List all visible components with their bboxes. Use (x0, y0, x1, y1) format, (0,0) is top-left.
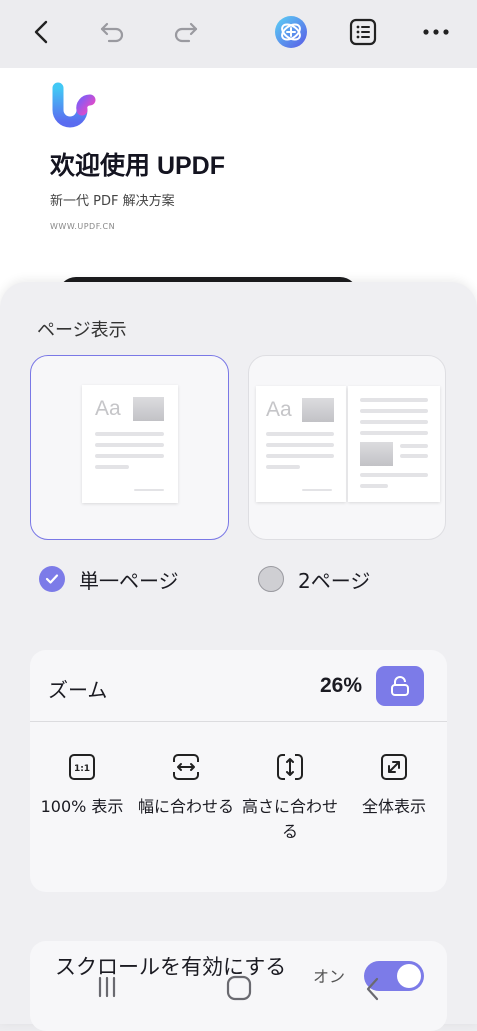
zoom-option-label: 全体表示 (361, 797, 426, 816)
zoom-option-label: 100% 表示 (40, 797, 124, 816)
ai-assistant-icon[interactable] (271, 12, 311, 52)
fit-height-icon (238, 750, 342, 784)
two-page-radio[interactable]: 2ページ (258, 564, 370, 594)
top-toolbar (0, 0, 477, 68)
undo-icon[interactable] (93, 12, 133, 52)
single-page-thumbnail: Aa (82, 385, 178, 503)
system-nav-bar (0, 960, 477, 1024)
document-subtitle: 新一代 PDF 解决方案 (50, 194, 175, 209)
zoom-option-label: 高さに合わせる (241, 797, 338, 841)
radio-unchecked-icon (258, 566, 284, 592)
two-page-thumbnail-left: Aa (256, 386, 346, 502)
zoom-card: ズーム 26% 1:1 100% 表示 幅に合わせる 高さに合わせる 全体表示 (30, 650, 447, 892)
back-icon[interactable] (22, 12, 62, 52)
zoom-fit-width-button[interactable]: 幅に合わせる (134, 750, 238, 819)
two-page-thumbnail-right (348, 386, 440, 502)
fit-width-icon (134, 750, 238, 784)
two-page-option[interactable]: Aa (248, 355, 446, 540)
view-settings-sheet: ページ表示 Aa Aa 単一ページ 2ページ ズーム 26% 1:1 100% … (0, 282, 477, 1031)
thumb-image (133, 397, 164, 421)
zoom-actual-size-button[interactable]: 1:1 100% 表示 (30, 750, 134, 819)
page-display-label: ページ表示 (37, 320, 127, 341)
fit-page-icon (342, 750, 446, 784)
single-page-option[interactable]: Aa (30, 355, 229, 540)
document-title: 欢迎使用 UPDF (50, 152, 226, 180)
zoom-fit-page-button[interactable]: 全体表示 (342, 750, 446, 819)
zoom-lock-button[interactable] (376, 666, 424, 706)
zoom-option-label: 幅に合わせる (137, 797, 234, 816)
zoom-fit-height-button[interactable]: 高さに合わせる (238, 750, 342, 844)
system-back-icon[interactable] (360, 974, 386, 1008)
single-page-radio[interactable]: 単一ページ (39, 564, 179, 594)
home-icon[interactable] (225, 974, 253, 1006)
recent-apps-icon[interactable] (94, 974, 120, 1004)
unlock-icon (391, 676, 409, 696)
redo-icon[interactable] (165, 12, 205, 52)
updf-logo-icon (48, 76, 110, 132)
actual-size-icon: 1:1 (30, 750, 134, 784)
more-icon[interactable] (416, 12, 456, 52)
two-page-label: 2ページ (298, 568, 371, 593)
divider (30, 721, 447, 722)
thumb-text: Aa (95, 397, 121, 420)
checkmark-icon (39, 566, 65, 592)
single-page-label: 単一ページ (79, 568, 179, 593)
actual-size-badge: 1:1 (74, 764, 90, 774)
zoom-value: 26% (320, 674, 363, 697)
outline-list-icon[interactable] (343, 12, 383, 52)
zoom-label: ズーム (48, 678, 108, 702)
document-url: WWW.UPDF.CN (50, 222, 116, 231)
pdf-page-preview[interactable]: 欢迎使用 UPDF 新一代 PDF 解决方案 WWW.UPDF.CN (0, 68, 477, 317)
